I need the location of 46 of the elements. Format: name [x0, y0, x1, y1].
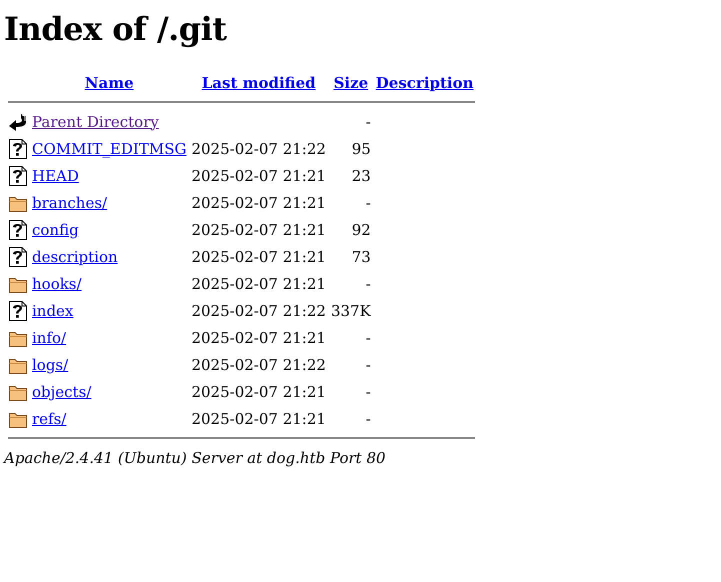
modified-date: 2025-02-07 21:21: [191, 248, 326, 266]
file-size: 337K: [330, 302, 371, 320]
column-sort-link[interactable]: Name: [84, 74, 134, 92]
file-size: -: [366, 328, 371, 346]
modified-date: 2025-02-07 21:21: [191, 166, 326, 184]
file-size: -: [366, 112, 371, 130]
file-size: 23: [352, 166, 371, 184]
file-link[interactable]: logs/: [32, 356, 68, 374]
file-size: 73: [352, 248, 371, 266]
file-link[interactable]: hooks/: [32, 274, 82, 292]
unknown-file-icon: [8, 164, 28, 186]
file-size: 95: [352, 140, 371, 158]
file-link[interactable]: branches/: [32, 194, 108, 212]
file-link[interactable]: objects/: [32, 382, 92, 400]
file-size: -: [366, 356, 371, 374]
file-size: 92: [352, 220, 371, 238]
unknown-file-icon: [8, 138, 28, 160]
file-link[interactable]: info/: [32, 328, 66, 346]
file-link[interactable]: HEAD: [32, 166, 79, 184]
unknown-file-icon: [8, 300, 28, 322]
modified-date: 2025-02-07 21:22: [191, 140, 326, 158]
file-link[interactable]: index: [32, 302, 74, 320]
modified-date: 2025-02-07 21:21: [191, 194, 326, 212]
file-size: -: [366, 274, 371, 292]
file-size: -: [366, 194, 371, 212]
modified-date: 2025-02-07 21:21: [191, 382, 326, 400]
modified-date: 2025-02-07 21:21: [191, 274, 326, 292]
page-title: Index of /.git: [4, 10, 228, 48]
modified-date: 2025-02-07 21:22: [191, 356, 326, 374]
file-link[interactable]: refs/: [32, 410, 66, 428]
modified-date: 2025-02-07 21:21: [191, 328, 326, 346]
modified-date: 2025-02-07 21:21: [191, 410, 326, 428]
file-link[interactable]: description: [32, 248, 118, 266]
file-size: -: [366, 382, 371, 400]
file-link[interactable]: Parent Directory: [32, 112, 159, 130]
file-link[interactable]: COMMIT_EDITMSG: [32, 140, 186, 158]
file-size: -: [366, 410, 371, 428]
unknown-file-icon: [8, 246, 28, 268]
modified-date: 2025-02-07 21:21: [191, 220, 326, 238]
server-signature: Apache/2.4.41 (Ubuntu) Server at dog.htb Port 80: [4, 449, 387, 467]
column-sort-link[interactable]: Size: [334, 74, 368, 92]
file-link[interactable]: config: [32, 220, 79, 238]
column-sort-link[interactable]: Last modified: [202, 74, 316, 92]
modified-date: 2025-02-07 21:22: [191, 302, 326, 320]
column-sort-link[interactable]: Description: [376, 74, 474, 92]
unknown-file-icon: [8, 218, 28, 240]
